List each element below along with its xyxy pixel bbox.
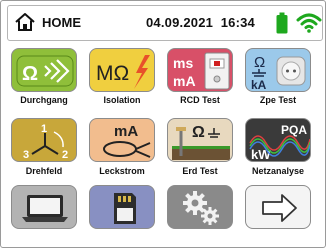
- home-icon[interactable]: [14, 12, 36, 32]
- memory-card-icon: [114, 193, 136, 224]
- clamp-meter-icon: [103, 141, 151, 158]
- settings-button[interactable]: [167, 185, 233, 229]
- date: 04.09.2021: [146, 15, 214, 30]
- leckstrom-label: Leckstrom: [99, 166, 145, 176]
- svg-text:3: 3: [23, 149, 29, 161]
- svg-text:Ω: Ω: [192, 124, 205, 141]
- svg-text:ms: ms: [173, 55, 193, 71]
- rcd-test-label: RCD Test: [180, 95, 220, 105]
- gears-icon: [183, 191, 219, 225]
- wifi-icon: [296, 13, 322, 33]
- erd-test-button[interactable]: Ω: [167, 118, 233, 162]
- rcd-breaker-icon: [204, 52, 230, 90]
- status-bar: HOME 04.09.2021 16:34: [7, 5, 323, 41]
- isolation-label: Isolation: [103, 95, 141, 105]
- memory-button[interactable]: [89, 185, 155, 229]
- netzanalyse-label: Netzanalyse: [251, 166, 305, 176]
- screen-frame: HOME 04.09.2021 16:34 Ω Durchgang MΩ Iso…: [0, 0, 326, 248]
- drehfeld-label: Drehfeld: [25, 166, 63, 176]
- megaohm-glyph: MΩ: [96, 62, 129, 85]
- zpe-test-label: Zpe Test: [259, 95, 297, 105]
- pc-connection-button[interactable]: [11, 185, 77, 229]
- svg-text:PQA: PQA: [281, 123, 307, 137]
- ohm-glyph: Ω: [22, 63, 38, 85]
- zpe-test-button[interactable]: Ω kA: [245, 48, 311, 92]
- svg-text:Ω: Ω: [254, 54, 265, 71]
- svg-text:2: 2: [62, 149, 68, 161]
- time: 16:34: [220, 15, 255, 30]
- svg-text:mA: mA: [114, 123, 138, 140]
- lightning-icon: [134, 55, 150, 89]
- isolation-button[interactable]: MΩ: [89, 48, 155, 92]
- home-label[interactable]: HOME: [42, 15, 81, 30]
- battery-icon: [276, 12, 288, 34]
- leckstrom-button[interactable]: mA: [89, 118, 155, 162]
- next-page-button[interactable]: [245, 185, 311, 229]
- durchgang-button[interactable]: Ω: [11, 48, 77, 92]
- erd-test-label: Erd Test: [182, 166, 218, 176]
- sound-waves-icon: [44, 59, 70, 83]
- rcd-test-button[interactable]: ms mA: [167, 48, 233, 92]
- date-time: 04.09.2021 16:34: [146, 15, 255, 30]
- arrow-right-icon: [262, 194, 297, 222]
- durchgang-label: Durchgang: [20, 95, 68, 105]
- drehfeld-button[interactable]: 1 3 2: [11, 118, 77, 162]
- phase-rotation-icon: 1 3 2: [23, 123, 68, 161]
- netzanalyse-button[interactable]: PQA kW: [245, 118, 311, 162]
- socket-icon: [276, 56, 306, 86]
- laptop-icon: [22, 195, 68, 222]
- svg-text:mA: mA: [173, 73, 196, 89]
- svg-text:kA: kA: [251, 78, 267, 92]
